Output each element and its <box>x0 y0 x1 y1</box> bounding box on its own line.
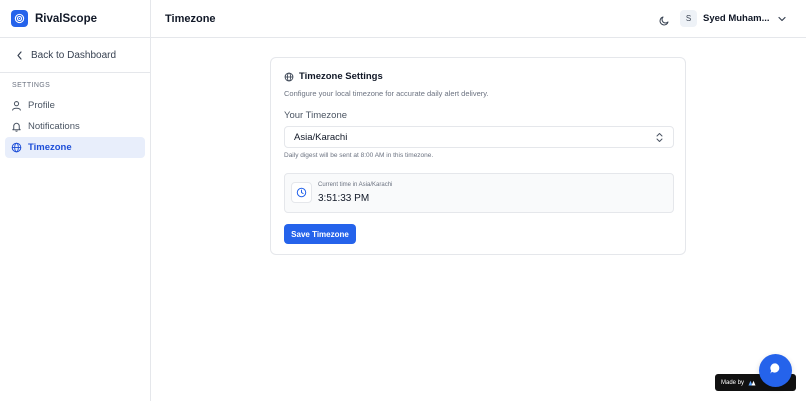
current-time-label: Current time in Asia/Karachi <box>318 182 393 188</box>
current-time-value: 3:51:33 PM <box>318 193 370 204</box>
page-title: Timezone <box>165 12 216 25</box>
brand-logo-icon <box>11 10 28 27</box>
user-menu[interactable]: S Syed Muham... <box>680 10 786 27</box>
sidebar-item-profile[interactable]: Profile <box>5 95 145 116</box>
globe-icon <box>11 142 22 153</box>
sidebar-item-label: Profile <box>28 100 55 111</box>
timezone-select[interactable]: Asia/Karachi <box>284 126 674 148</box>
card-description: Configure your local timezone for accura… <box>284 89 489 98</box>
brand-name: RivalScope <box>35 12 97 25</box>
user-name: Syed Muham... <box>703 13 770 24</box>
chevron-down-icon <box>777 16 786 22</box>
card-title: Timezone Settings <box>284 71 383 82</box>
back-to-dashboard-link[interactable]: Back to Dashboard <box>0 38 150 73</box>
timezone-hint: Daily digest will be sent at 8:00 AM in … <box>284 152 434 159</box>
avatar: S <box>680 10 697 27</box>
sidebar-item-timezone[interactable]: Timezone <box>5 137 145 158</box>
back-label: Back to Dashboard <box>31 49 117 61</box>
chevron-left-icon <box>16 50 23 60</box>
top-header: Timezone S Syed Muham... <box>151 0 806 38</box>
save-timezone-button[interactable]: Save Timezone <box>284 224 356 244</box>
moon-icon[interactable] <box>659 13 670 26</box>
chat-bubble-icon <box>769 362 782 380</box>
timezone-select-value: Asia/Karachi <box>294 131 348 143</box>
sidebar: RivalScope Back to Dashboard SETTINGS Pr… <box>0 0 151 401</box>
card-title-text: Timezone Settings <box>299 71 383 82</box>
sidebar-item-label: Timezone <box>28 142 72 153</box>
brand[interactable]: RivalScope <box>0 0 150 38</box>
globe-icon <box>284 72 294 82</box>
made-by-label: Made by <box>721 379 745 386</box>
chevrons-up-down-icon <box>655 132 664 143</box>
timezone-settings-card: Timezone Settings Configure your local t… <box>270 57 686 255</box>
user-icon <box>11 100 22 111</box>
clock-icon <box>291 182 312 203</box>
settings-section-label: SETTINGS <box>12 82 51 89</box>
current-time-panel: Current time in Asia/Karachi 3:51:33 PM <box>284 173 674 213</box>
timezone-field-label: Your Timezone <box>284 110 348 121</box>
sidebar-item-notifications[interactable]: Notifications <box>5 116 145 137</box>
bell-icon <box>11 121 22 132</box>
sidebar-item-label: Notifications <box>28 121 80 132</box>
chat-launcher-button[interactable] <box>759 354 792 387</box>
